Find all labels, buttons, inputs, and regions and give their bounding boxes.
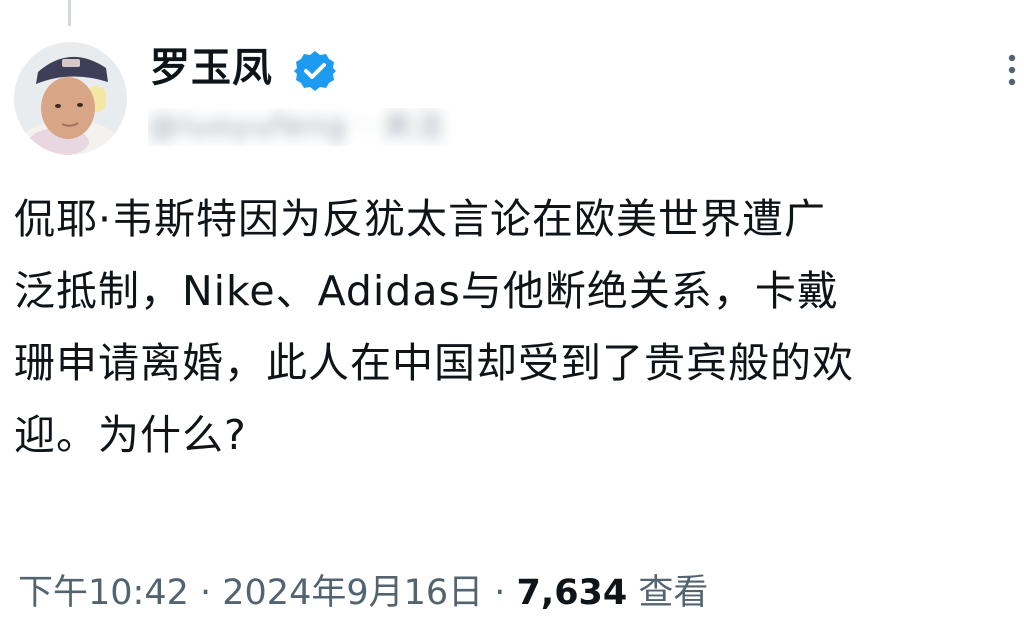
meta-separator: · (483, 573, 517, 613)
more-options-button[interactable] (992, 52, 1024, 88)
tweet-text: 侃耶·韦斯特因为反犹太言论在欧美世界遭广 泛抵制，Nike、Adidas与他断绝… (14, 183, 1014, 471)
tweet-metadata: 下午10:42 · 2024年9月16日 · 7,634 查看 (18, 568, 708, 618)
tweet-date[interactable]: 2024年9月16日 (222, 573, 483, 613)
tweet-time[interactable]: 下午10:42 (18, 573, 189, 613)
avatar[interactable] (14, 42, 127, 155)
tweet-text-line: 珊申请离婚，此人在中国却受到了贵宾般的欢 (14, 339, 854, 387)
tweet-text-line: 迎。为什么? (14, 411, 247, 459)
author-handle: @luoyufeng · 关注 (148, 109, 447, 144)
author-handle-redacted: @luoyufeng · 关注 (148, 108, 553, 146)
tweet-text-line: 泛抵制，Nike、Adidas与他断绝关系，卡戴 (14, 267, 839, 315)
tweet-text-line: 侃耶·韦斯特因为反犹太言论在欧美世界遭广 (14, 195, 827, 243)
thread-connector-line (68, 0, 71, 26)
author-name[interactable]: 罗玉凤 (150, 42, 273, 94)
views-label: 查看 (638, 573, 709, 613)
views-count: 7,634 (516, 573, 628, 613)
more-vertical-icon (1008, 54, 1016, 86)
meta-separator: · (188, 573, 223, 613)
verified-badge-icon (293, 49, 337, 93)
